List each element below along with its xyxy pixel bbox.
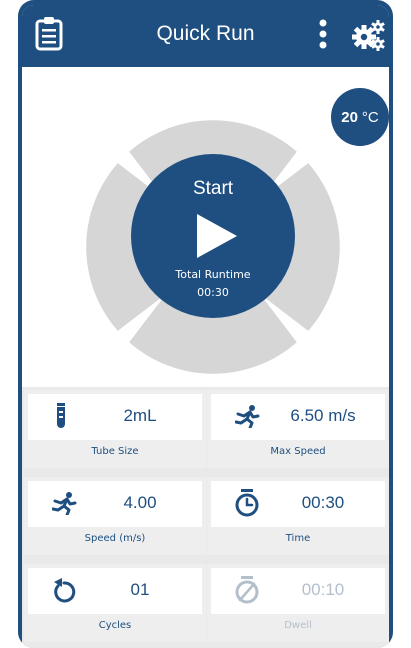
cycles-value: 01 xyxy=(130,580,150,599)
dwell-value: 00:10 xyxy=(301,580,345,599)
cycles-card[interactable]: 01 Cycles xyxy=(24,564,206,642)
temperature-value: 20 xyxy=(341,108,358,126)
parameter-grid: 2mL Tube Size 6.50 m/s Max Speed 4.00 Sp… xyxy=(22,387,389,648)
tube-size-card[interactable]: 2mL Tube Size xyxy=(24,390,206,468)
gears-icon[interactable] xyxy=(352,19,386,55)
test-tube-icon xyxy=(54,403,68,435)
stopwatch-disabled-icon xyxy=(235,576,259,608)
page-title: Quick Run xyxy=(156,22,255,45)
temperature-badge[interactable]: 20 °C xyxy=(331,88,389,146)
speed-label: Speed (m/s) xyxy=(84,533,146,544)
max-speed-label: Max Speed xyxy=(270,446,326,457)
runner-icon xyxy=(51,491,78,519)
total-runtime-label: Total Runtime xyxy=(175,268,251,281)
stopwatch-icon xyxy=(235,489,259,521)
play-icon xyxy=(197,214,237,262)
device-frame: Quick Run 20 °C Start Total Runtime 00:3… xyxy=(18,0,393,648)
cycles-label: Cycles xyxy=(98,620,132,631)
runner-icon xyxy=(234,404,261,432)
tube-size-label: Tube Size xyxy=(91,446,139,457)
temperature-unit: °C xyxy=(361,108,379,126)
start-button[interactable]: Start Total Runtime 00:30 xyxy=(131,154,295,318)
total-runtime-value: 00:30 xyxy=(197,286,229,299)
speed-value: 4.00 xyxy=(123,493,157,512)
app-header: Quick Run xyxy=(22,5,389,67)
rotate-icon xyxy=(52,577,76,607)
kebab-menu-icon[interactable] xyxy=(318,19,328,55)
start-label: Start xyxy=(192,178,234,199)
time-value: 00:30 xyxy=(301,493,345,512)
dwell-card: 00:10 Dwell xyxy=(207,564,389,642)
tube-size-value: 2mL xyxy=(123,406,157,425)
max-speed-value: 6.50 m/s xyxy=(290,406,356,425)
max-speed-card[interactable]: 6.50 m/s Max Speed xyxy=(207,390,389,468)
dwell-label: Dwell xyxy=(284,620,312,631)
screen: Quick Run 20 °C Start Total Runtime 00:3… xyxy=(22,5,389,648)
speed-card[interactable]: 4.00 Speed (m/s) xyxy=(24,477,206,555)
time-card[interactable]: 00:30 Time xyxy=(207,477,389,555)
time-label: Time xyxy=(285,533,311,544)
